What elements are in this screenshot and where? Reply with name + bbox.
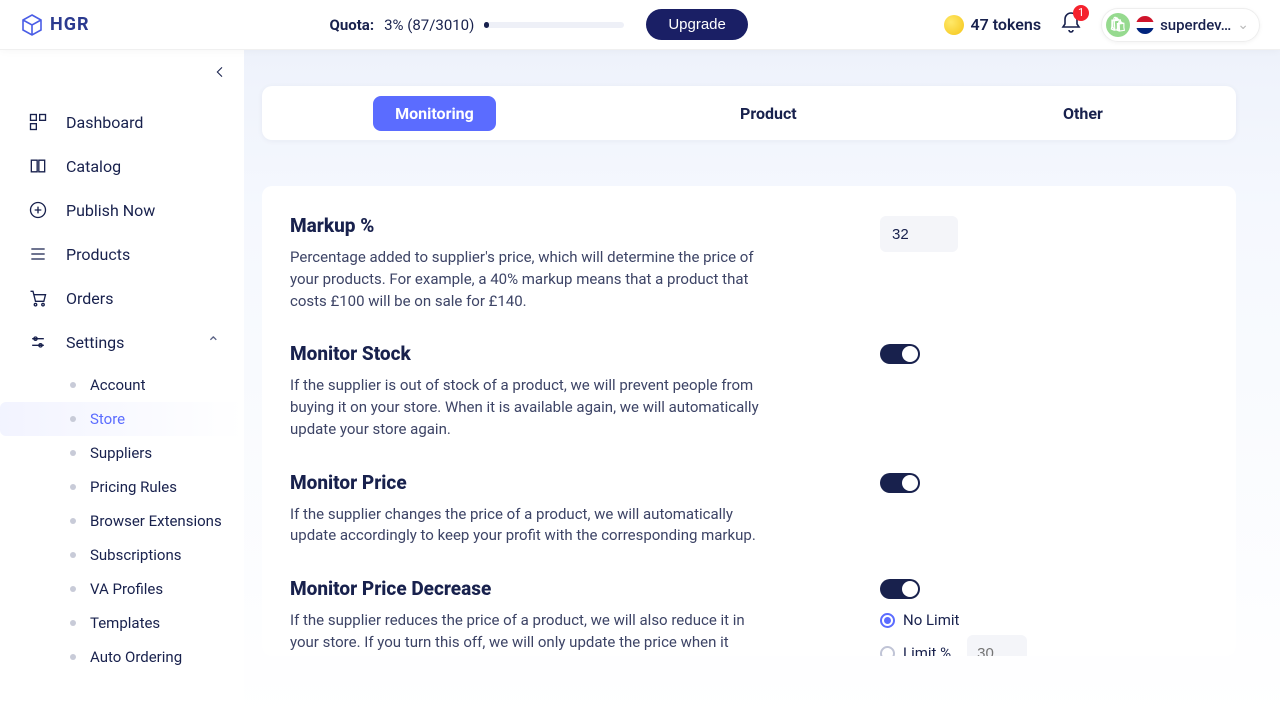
quota-value: 3% (87/3010) <box>384 16 474 34</box>
radio-off-icon <box>880 646 895 657</box>
settings-tabbar: Monitoring Product Other <box>262 86 1236 140</box>
main-content: Monitoring Product Other Markup % Percen… <box>244 50 1280 720</box>
brand-text: HGR <box>50 14 90 35</box>
dashboard-icon <box>28 112 48 132</box>
sub-suppliers[interactable]: Suppliers <box>0 436 244 470</box>
tokens-text: 47 tokens <box>971 15 1042 34</box>
sub-va-profiles[interactable]: VA Profiles <box>0 572 244 606</box>
setting-monitor-price: Monitor Price If the supplier changes th… <box>290 471 1188 548</box>
nav-dashboard[interactable]: Dashboard <box>0 100 244 144</box>
tab-monitoring[interactable]: Monitoring <box>373 96 496 131</box>
chevron-down-icon: ⌄ <box>1237 17 1249 33</box>
nav-products[interactable]: Products <box>0 232 244 276</box>
tokens-chip[interactable]: 47 tokens <box>944 15 1042 35</box>
sub-auto-ordering[interactable]: Auto Ordering <box>0 640 244 674</box>
monitoring-card: Markup % Percentage added to supplier's … <box>262 186 1236 656</box>
monitor-price-decrease-title: Monitor Price Decrease <box>290 577 760 600</box>
collapse-sidebar-button[interactable] <box>210 62 230 82</box>
chevron-up-icon: ⌃ <box>207 333 220 352</box>
radio-no-limit[interactable]: No Limit <box>880 611 1040 629</box>
monitor-price-decrease-desc: If the supplier reduces the price of a p… <box>290 610 760 656</box>
quota-label: Quota: <box>330 16 375 34</box>
monitor-stock-desc: If the supplier is out of stock of a pro… <box>290 375 760 440</box>
radio-on-icon <box>880 613 895 628</box>
sub-store[interactable]: Store <box>0 402 244 436</box>
username: superdev… <box>1160 16 1231 34</box>
products-icon <box>28 244 48 264</box>
monitor-price-title: Monitor Price <box>290 471 760 494</box>
quota-bar <box>484 22 624 28</box>
sidebar: Dashboard Catalog Publish Now Products O… <box>0 50 244 720</box>
quota: Quota: 3% (87/3010) <box>330 16 625 34</box>
sub-templates[interactable]: Templates <box>0 606 244 640</box>
notif-badge: 1 <box>1073 5 1089 21</box>
setting-monitor-stock: Monitor Stock If the supplier is out of … <box>290 342 1188 440</box>
tab-product[interactable]: Product <box>718 96 819 131</box>
coin-icon <box>944 15 964 35</box>
markup-title: Markup % <box>290 214 760 237</box>
catalog-icon <box>28 156 48 176</box>
sub-subscriptions[interactable]: Subscriptions <box>0 538 244 572</box>
flag-icon <box>1136 16 1154 34</box>
monitor-stock-title: Monitor Stock <box>290 342 760 365</box>
markup-input[interactable] <box>880 216 958 252</box>
settings-submenu: Account Store Suppliers Pricing Rules Br… <box>0 368 244 674</box>
tab-other[interactable]: Other <box>1041 96 1125 131</box>
monitor-price-decrease-toggle[interactable] <box>880 579 920 599</box>
publish-icon <box>28 200 48 220</box>
sub-pricing-rules[interactable]: Pricing Rules <box>0 470 244 504</box>
sub-browser-extensions[interactable]: Browser Extensions <box>0 504 244 538</box>
limit-percent-input[interactable] <box>967 635 1027 656</box>
cube-icon <box>20 13 44 37</box>
monitor-price-toggle[interactable] <box>880 473 920 493</box>
notifications-button[interactable]: 1 <box>1059 11 1083 39</box>
nav-orders[interactable]: Orders <box>0 276 244 320</box>
monitor-price-desc: If the supplier changes the price of a p… <box>290 504 760 548</box>
setting-markup: Markup % Percentage added to supplier's … <box>290 214 1188 312</box>
orders-icon <box>28 288 48 308</box>
upgrade-button[interactable]: Upgrade <box>646 9 748 40</box>
header: HGR Quota: 3% (87/3010) Upgrade 47 token… <box>0 0 1280 50</box>
nav-catalog[interactable]: Catalog <box>0 144 244 188</box>
markup-desc: Percentage added to supplier's price, wh… <box>290 247 760 312</box>
nav-settings[interactable]: Settings ⌃ <box>0 320 244 364</box>
sub-account[interactable]: Account <box>0 368 244 402</box>
setting-monitor-price-decrease: Monitor Price Decrease If the supplier r… <box>290 577 1188 656</box>
settings-icon <box>28 332 48 352</box>
radio-limit[interactable]: Limit % <box>880 635 1040 656</box>
brand-logo[interactable]: HGR <box>20 13 90 37</box>
store-icon: 🛍 <box>1106 13 1130 37</box>
monitor-stock-toggle[interactable] <box>880 344 920 364</box>
nav-publish-now[interactable]: Publish Now <box>0 188 244 232</box>
user-menu[interactable]: 🛍 superdev… ⌄ <box>1101 8 1260 42</box>
chevron-left-icon <box>212 64 228 80</box>
